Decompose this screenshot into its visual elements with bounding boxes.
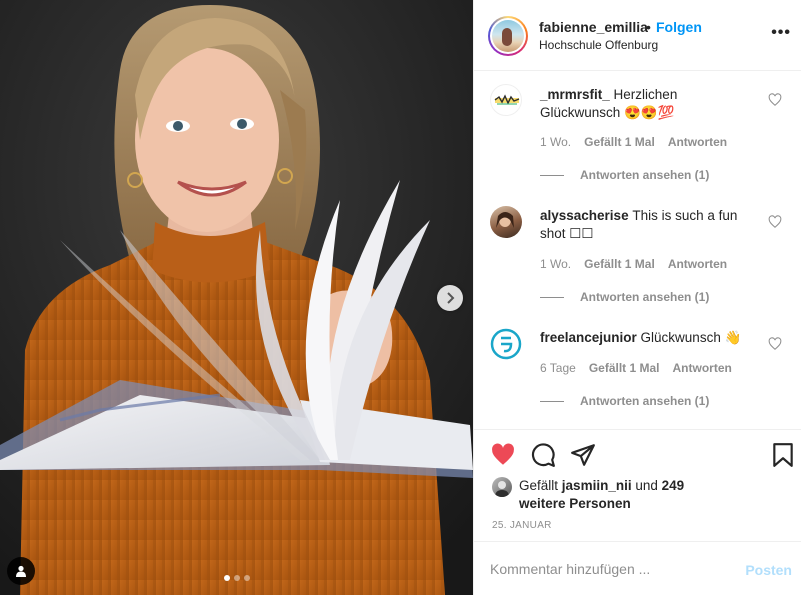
replies-divider <box>540 174 564 176</box>
view-replies-label: Antworten ansehen (1) <box>580 290 710 304</box>
carousel-indicator <box>0 575 473 581</box>
view-replies-button[interactable]: Antworten ansehen (1) <box>540 168 709 182</box>
reply-button[interactable]: Antworten <box>668 257 727 271</box>
post-photo <box>0 0 473 595</box>
comment-username[interactable]: freelancejunior <box>540 330 637 345</box>
comment-meta: 1 Wo. Gefällt 1 Mal Antworten <box>540 257 727 271</box>
heart-outline-icon[interactable] <box>768 337 782 351</box>
comment-item: _mrmrsfit_ Herzlichen Glückwunsch 😍😍💯 1 … <box>474 71 801 193</box>
post-media[interactable] <box>0 0 473 595</box>
heart-outline-icon[interactable] <box>768 215 782 229</box>
comment-meta: 1 Wo. Gefällt 1 Mal Antworten <box>540 135 727 149</box>
post-header: fabienne_emillia • Folgen Hochschule Off… <box>474 0 801 71</box>
author-avatar-image <box>492 20 524 52</box>
reply-button[interactable]: Antworten <box>673 361 732 375</box>
view-replies-button[interactable]: Antworten ansehen (1) <box>540 290 709 304</box>
commenter-avatar[interactable] <box>490 84 522 116</box>
post-actions: Gefällt jasmiin_nii und 249 weitere Pers… <box>474 429 801 541</box>
post-location[interactable]: Hochschule Offenburg <box>539 38 658 52</box>
bookmark-icon[interactable] <box>770 442 796 468</box>
commenter-avatar[interactable] <box>490 328 522 360</box>
reply-button[interactable]: Antworten <box>668 135 727 149</box>
post-side-panel: fabienne_emillia • Folgen Hochschule Off… <box>473 0 801 595</box>
chevron-right-icon <box>447 292 455 304</box>
view-replies-button[interactable]: Antworten ansehen (1) <box>540 394 709 408</box>
carousel-dot-active <box>223 575 230 581</box>
comments-list[interactable]: _mrmrsfit_ Herzlichen Glückwunsch 😍😍💯 1 … <box>474 71 801 429</box>
comment-input[interactable] <box>490 559 720 579</box>
comment-item: freelancejunior Glückwunsch 👋 6 Tage Gef… <box>474 315 801 429</box>
header-separator: • <box>646 19 651 35</box>
liker-username[interactable]: jasmiin_nii <box>562 478 632 493</box>
alyssacherise-avatar-image <box>496 212 514 228</box>
likes-prefix: Gefällt <box>519 478 559 493</box>
post-comment-button[interactable]: Posten <box>745 562 792 578</box>
comment-item: alyssacherise This is such a fun shot ☐☐… <box>474 193 801 315</box>
mrmrsfit-logo-icon <box>494 94 520 105</box>
carousel-dot <box>243 575 250 581</box>
view-replies-label: Antworten ansehen (1) <box>580 168 710 182</box>
comment-icon[interactable] <box>530 442 556 468</box>
comment-age[interactable]: 1 Wo. <box>540 135 571 149</box>
carousel-dot <box>233 575 240 581</box>
heart-filled-icon[interactable] <box>490 442 516 468</box>
comment-age[interactable]: 1 Wo. <box>540 257 571 271</box>
share-icon[interactable] <box>570 442 596 468</box>
jasmiin-avatar-image <box>495 481 509 497</box>
comment-like-count[interactable]: Gefällt 1 Mal <box>589 361 660 375</box>
comment-like-count[interactable]: Gefällt 1 Mal <box>584 257 655 271</box>
author-avatar[interactable] <box>488 16 528 56</box>
follow-button[interactable]: Folgen <box>656 19 702 35</box>
replies-divider <box>540 296 564 298</box>
comment-age[interactable]: 6 Tage <box>540 361 576 375</box>
replies-divider <box>540 400 564 402</box>
more-options-icon[interactable]: ••• <box>771 24 791 42</box>
comment-composer: Posten <box>474 541 801 595</box>
freelancejunior-logo-icon <box>490 328 522 360</box>
heart-outline-icon[interactable] <box>768 93 782 107</box>
comment-text: Glückwunsch 👋 <box>640 330 742 345</box>
next-slide-button[interactable] <box>437 285 463 311</box>
likes-suffix: und <box>635 478 658 493</box>
comment-meta: 6 Tage Gefällt 1 Mal Antworten <box>540 361 732 375</box>
liker-avatar[interactable] <box>492 477 512 497</box>
view-replies-label: Antworten ansehen (1) <box>580 394 710 408</box>
post-date[interactable]: 25. JANUAR <box>492 520 552 531</box>
comment-like-count[interactable]: Gefällt 1 Mal <box>584 135 655 149</box>
comment-username[interactable]: alyssacherise <box>540 208 629 223</box>
comment-username[interactable]: _mrmrsfit_ <box>540 87 610 102</box>
commenter-avatar[interactable] <box>490 206 522 238</box>
author-username[interactable]: fabienne_emillia <box>539 19 648 35</box>
